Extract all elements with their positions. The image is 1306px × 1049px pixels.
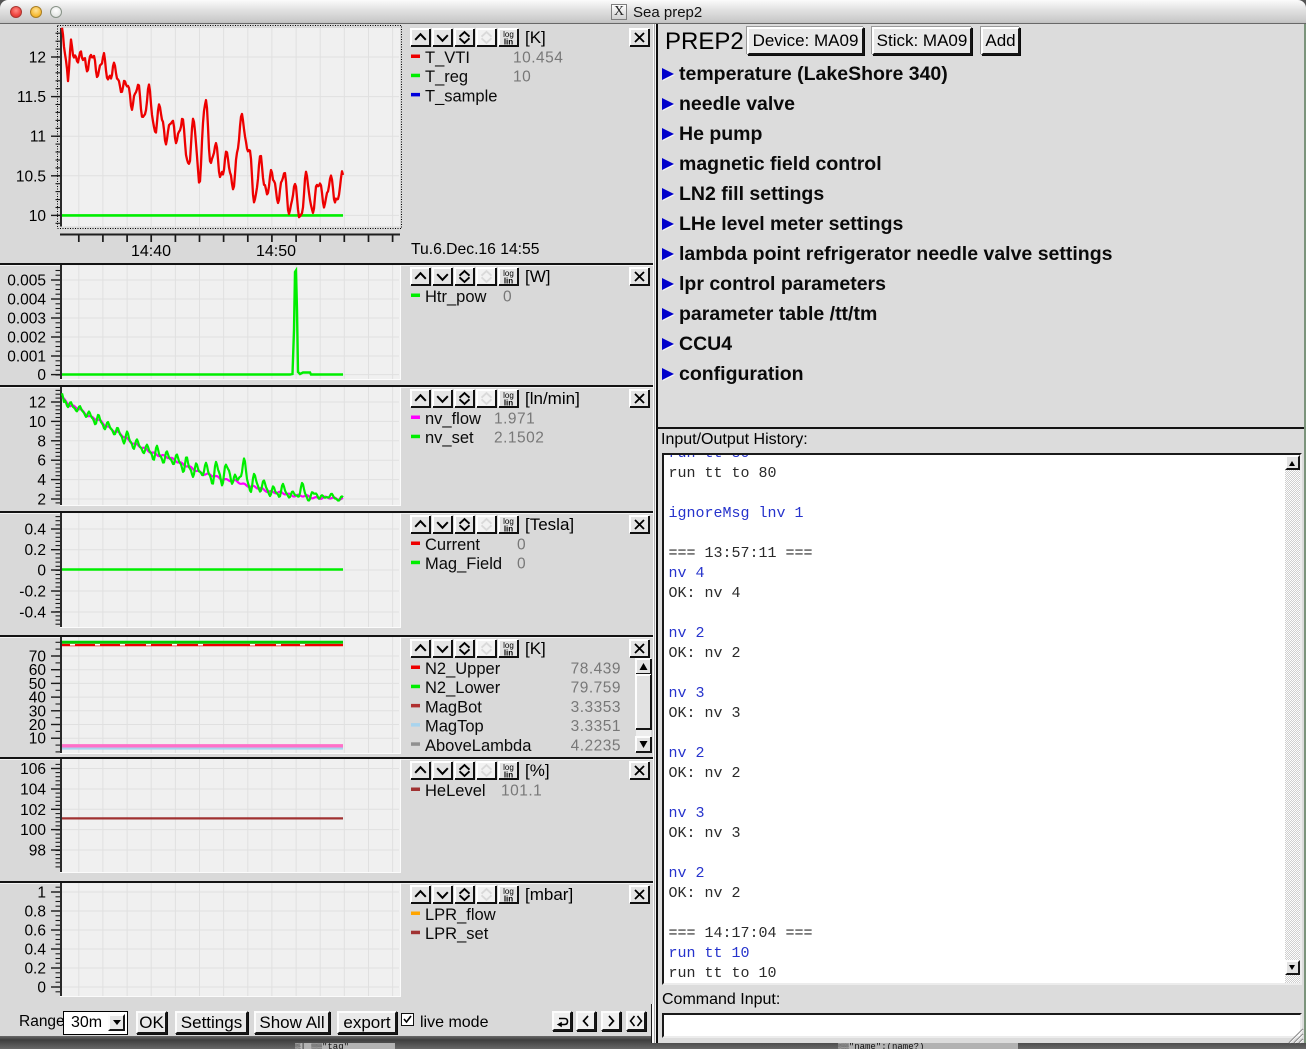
- svg-text:10.454: 10.454: [513, 50, 563, 67]
- svg-text:lin: lin: [504, 525, 513, 534]
- svg-text:N2_Upper: N2_Upper: [425, 660, 501, 678]
- svg-text:4: 4: [37, 472, 46, 489]
- svg-text:12: 12: [29, 50, 46, 67]
- svg-text:0.4: 0.4: [24, 522, 46, 539]
- svg-text:T_VTI: T_VTI: [425, 49, 470, 67]
- svg-text:8: 8: [37, 433, 46, 450]
- svg-text:4.2235: 4.2235: [571, 737, 621, 754]
- svg-text:101.1: 101.1: [501, 783, 542, 800]
- svg-text:106: 106: [20, 761, 46, 778]
- svg-text:T_reg: T_reg: [425, 68, 468, 86]
- svg-text:MagTop: MagTop: [425, 718, 484, 736]
- svg-text:[Tesla]: [Tesla]: [525, 515, 574, 534]
- svg-text:0.004: 0.004: [7, 292, 46, 309]
- svg-text:lin: lin: [504, 649, 513, 658]
- svg-text:3.3351: 3.3351: [571, 718, 621, 735]
- svg-text:102: 102: [20, 802, 46, 819]
- svg-text:11.5: 11.5: [17, 89, 46, 106]
- svg-text:lin: lin: [504, 895, 513, 904]
- svg-text:104: 104: [20, 782, 46, 799]
- svg-text:[%]: [%]: [525, 761, 550, 780]
- svg-text:LPR_set: LPR_set: [425, 925, 489, 943]
- svg-text:100: 100: [20, 822, 46, 839]
- svg-text:14:50: 14:50: [256, 243, 296, 260]
- svg-text:1: 1: [37, 885, 46, 902]
- svg-text:Htr_pow: Htr_pow: [425, 288, 487, 306]
- svg-text:lin: lin: [504, 771, 513, 780]
- svg-text:HeLevel: HeLevel: [425, 782, 486, 800]
- svg-text:3.3353: 3.3353: [571, 699, 621, 716]
- svg-text:1.971: 1.971: [494, 411, 535, 428]
- svg-text:0: 0: [37, 563, 46, 580]
- svg-text:0.4: 0.4: [24, 942, 46, 959]
- svg-text:0: 0: [37, 980, 46, 997]
- svg-text:0.002: 0.002: [7, 330, 46, 347]
- svg-text:lin: lin: [504, 399, 513, 408]
- svg-text:12: 12: [29, 395, 46, 412]
- svg-text:78.439: 78.439: [571, 661, 621, 678]
- svg-text:0.2: 0.2: [24, 961, 46, 978]
- svg-text:N2_Lower: N2_Lower: [425, 679, 501, 697]
- svg-text:79.759: 79.759: [571, 680, 621, 697]
- svg-text:[K]: [K]: [525, 28, 546, 47]
- svg-text:Mag_Field: Mag_Field: [425, 555, 502, 573]
- svg-text:MagBot: MagBot: [425, 698, 482, 716]
- svg-text:14:40: 14:40: [131, 243, 171, 260]
- svg-text:[ln/min]: [ln/min]: [525, 389, 580, 408]
- svg-text:0.005: 0.005: [7, 273, 46, 290]
- svg-text:0.001: 0.001: [7, 349, 46, 366]
- svg-text:0.8: 0.8: [24, 904, 46, 921]
- svg-text:10.5: 10.5: [16, 168, 46, 185]
- svg-text:2: 2: [37, 492, 46, 509]
- svg-text:T_sample: T_sample: [425, 87, 497, 105]
- svg-text:6: 6: [37, 453, 46, 470]
- svg-text:lin: lin: [504, 277, 513, 286]
- svg-text:-0.4: -0.4: [19, 605, 46, 622]
- svg-text:[K]: [K]: [525, 639, 546, 658]
- svg-text:10: 10: [513, 69, 531, 86]
- svg-text:lin: lin: [504, 38, 513, 47]
- svg-text:-0.2: -0.2: [19, 584, 46, 601]
- svg-text:Current: Current: [425, 536, 480, 554]
- svg-text:0: 0: [517, 556, 526, 573]
- svg-text:0.003: 0.003: [7, 311, 46, 328]
- svg-text:10: 10: [29, 731, 47, 748]
- svg-text:10: 10: [29, 414, 47, 431]
- svg-text:[mbar]: [mbar]: [525, 885, 573, 904]
- svg-text:0: 0: [517, 537, 526, 554]
- svg-text:Tu.6.Dec.16 14:55: Tu.6.Dec.16 14:55: [411, 241, 540, 258]
- svg-text:2.1502: 2.1502: [494, 430, 544, 447]
- svg-text:0: 0: [37, 367, 46, 384]
- svg-text:10: 10: [29, 208, 47, 225]
- svg-text:[W]: [W]: [525, 267, 551, 286]
- svg-text:0.6: 0.6: [24, 923, 46, 940]
- svg-text:nv_set: nv_set: [425, 429, 474, 447]
- svg-text:11: 11: [30, 129, 46, 146]
- svg-text:AboveLambda: AboveLambda: [425, 737, 532, 755]
- svg-text:98: 98: [29, 843, 46, 860]
- svg-text:0.2: 0.2: [24, 542, 46, 559]
- svg-text:nv_flow: nv_flow: [425, 410, 481, 428]
- svg-text:0: 0: [503, 289, 512, 306]
- svg-text:LPR_flow: LPR_flow: [425, 906, 496, 924]
